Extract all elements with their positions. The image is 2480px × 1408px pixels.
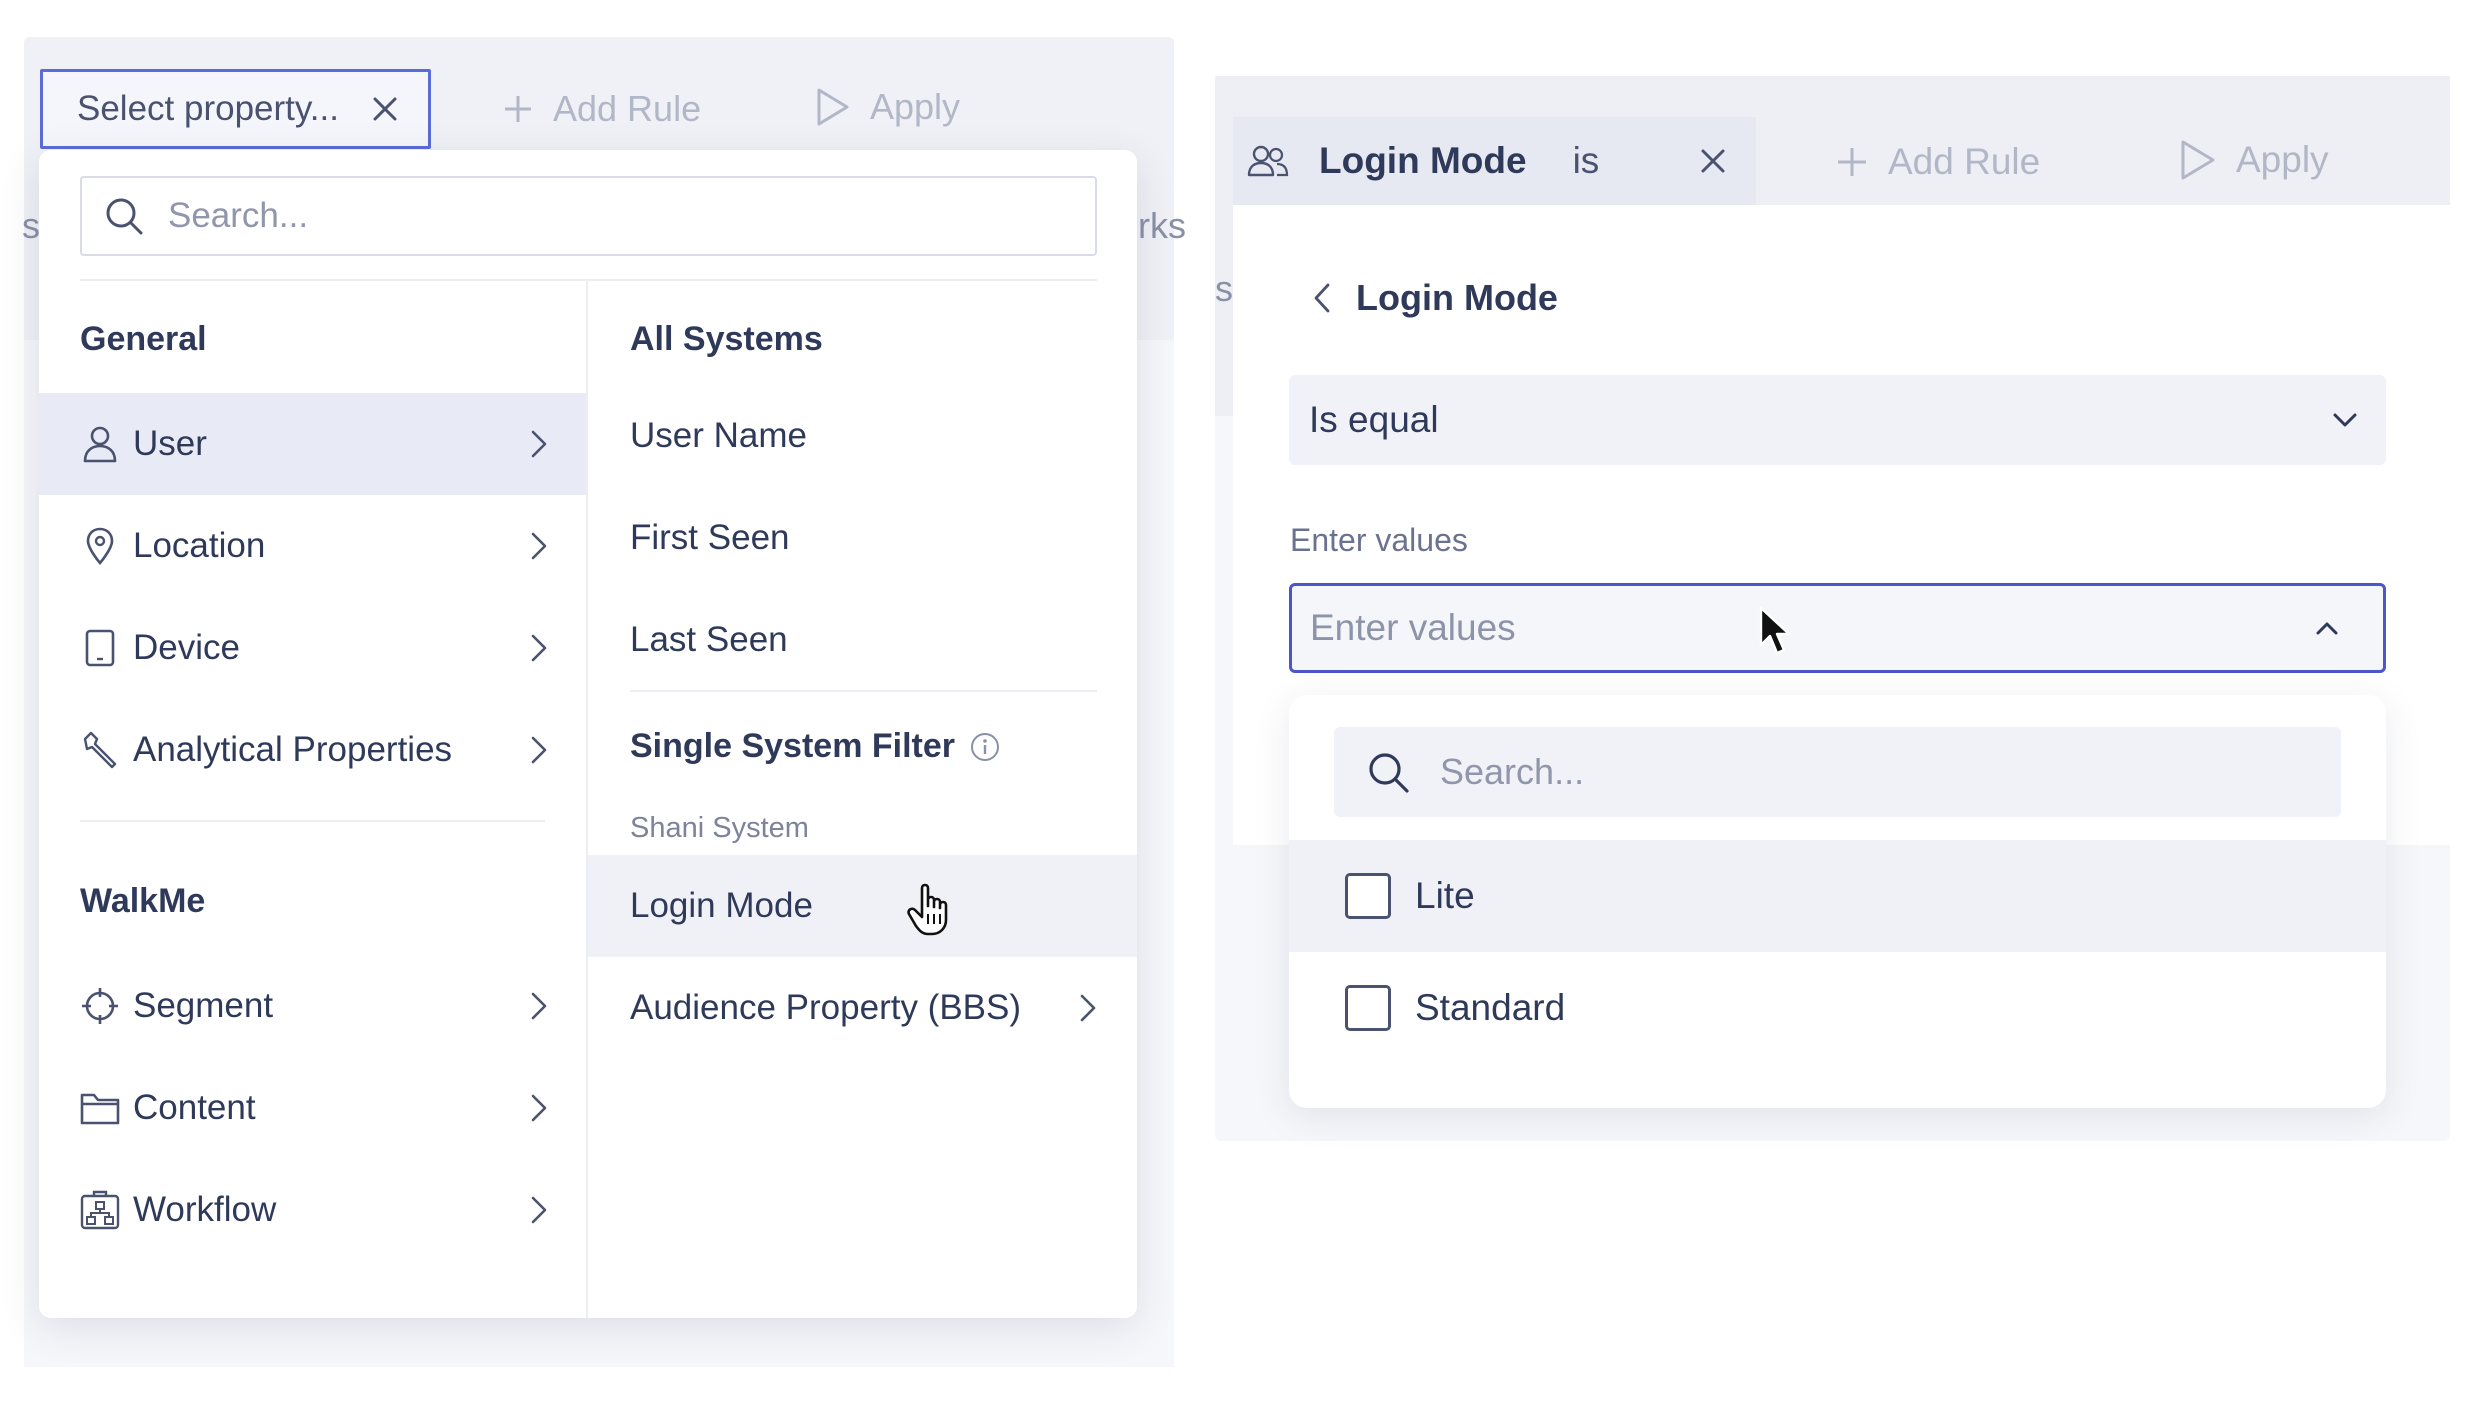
user-icon: [79, 425, 121, 463]
chevron-left-icon[interactable]: [1312, 282, 1332, 314]
category-user[interactable]: User: [39, 393, 586, 495]
single-system-filter-heading: Single System Filter: [630, 727, 955, 765]
plus-icon: [1836, 146, 1868, 178]
rule-chip[interactable]: Login Mode is: [1233, 117, 1756, 205]
property-label: User Name: [630, 416, 807, 455]
search-icon: [104, 196, 144, 236]
all-systems-heading: All Systems: [630, 320, 823, 358]
search-input[interactable]: Search...: [168, 196, 308, 236]
plus-icon: [503, 94, 533, 124]
property-item-last-seen[interactable]: Last Seen: [588, 589, 1137, 691]
add-rule-label: Add Rule: [1888, 141, 2041, 182]
chevron-right-icon: [530, 1195, 548, 1225]
category-label: Content: [133, 1088, 256, 1127]
property-search-field[interactable]: Search...: [80, 176, 1097, 256]
crosshair-icon: [79, 986, 121, 1026]
chevron-right-icon: [530, 633, 548, 663]
chevron-up-icon: [2315, 621, 2339, 636]
property-item-user-name[interactable]: User Name: [588, 385, 1137, 487]
property-label: Login Mode: [630, 886, 813, 925]
operator-select[interactable]: Is equal: [1289, 375, 2386, 465]
back-header[interactable]: Login Mode: [1312, 277, 1558, 319]
category-label: User: [133, 424, 207, 463]
property-label: Audience Property (BBS): [630, 988, 1022, 1027]
info-icon[interactable]: [969, 731, 1001, 763]
rule-property-name: Login Mode: [1319, 140, 1527, 181]
chevron-down-icon: [2332, 412, 2358, 428]
device-icon: [79, 629, 121, 667]
add-rule-button[interactable]: Add Rule: [1836, 141, 2040, 183]
category-label: Workflow: [133, 1190, 277, 1229]
users-icon: [1247, 144, 1289, 178]
checkbox[interactable]: [1345, 985, 1391, 1031]
apply-button[interactable]: Apply: [816, 86, 960, 128]
checkbox[interactable]: [1345, 873, 1391, 919]
divider: [80, 279, 1097, 281]
single-system-filter-heading-row: Single System Filter: [630, 727, 1001, 766]
option-label: Lite: [1415, 875, 1475, 916]
location-pin-icon: [79, 527, 121, 565]
folder-icon: [79, 1091, 121, 1125]
category-label: Analytical Properties: [133, 730, 453, 769]
wrench-icon: [79, 730, 121, 770]
category-content[interactable]: Content: [39, 1057, 586, 1159]
add-rule-button[interactable]: Add Rule: [503, 88, 701, 130]
values-input[interactable]: Enter values: [1289, 583, 2386, 673]
arrow-cursor-icon: [1758, 605, 1792, 657]
property-label: Last Seen: [630, 620, 788, 659]
close-icon[interactable]: [1700, 148, 1726, 174]
divider: [630, 690, 1097, 692]
divider: [80, 820, 545, 822]
property-selector-chip[interactable]: Select property...: [40, 69, 431, 149]
operator-value: Is equal: [1309, 399, 1439, 440]
add-rule-label: Add Rule: [553, 88, 702, 129]
search-icon: [1366, 750, 1410, 794]
property-label: First Seen: [630, 518, 790, 557]
value-option-lite[interactable]: Lite: [1289, 840, 2386, 952]
property-item-audience-property[interactable]: Audience Property (BBS): [588, 957, 1137, 1059]
apply-label: Apply: [2236, 139, 2329, 180]
category-label: Location: [133, 526, 266, 565]
values-placeholder: Enter values: [1310, 607, 1516, 648]
editor-title: Login Mode: [1356, 277, 1558, 318]
values-search-field[interactable]: Search...: [1334, 727, 2341, 817]
hand-cursor-icon: [906, 880, 956, 938]
category-workflow[interactable]: Workflow: [39, 1159, 586, 1261]
general-heading: General: [80, 320, 207, 358]
play-icon: [816, 87, 850, 127]
system-caption: Shani System: [630, 812, 809, 844]
background-text-fragment: rks: [1138, 205, 1186, 246]
values-field-label: Enter values: [1290, 522, 1468, 558]
option-label: Standard: [1415, 987, 1566, 1028]
category-label: Segment: [133, 986, 274, 1025]
chevron-right-icon: [1079, 993, 1097, 1023]
rule-operator: is: [1572, 140, 1600, 181]
chevron-right-icon: [530, 429, 548, 459]
category-analytical-properties[interactable]: Analytical Properties: [39, 699, 586, 801]
value-option-standard[interactable]: Standard: [1289, 952, 2386, 1064]
property-selector-label: Select property...: [77, 89, 339, 128]
background-text-fragment: s: [1215, 268, 1233, 309]
chevron-right-icon: [530, 735, 548, 765]
workflow-icon: [79, 1190, 121, 1230]
chevron-right-icon: [530, 1093, 548, 1123]
search-input[interactable]: Search...: [1440, 751, 1584, 793]
walkme-heading: WalkMe: [80, 882, 206, 920]
property-item-first-seen[interactable]: First Seen: [588, 487, 1137, 589]
background-text-fragment: s: [22, 205, 40, 246]
chevron-right-icon: [530, 991, 548, 1021]
apply-button[interactable]: Apply: [2180, 139, 2329, 181]
category-device[interactable]: Device: [39, 597, 586, 699]
category-segment[interactable]: Segment: [39, 955, 586, 1057]
property-item-login-mode[interactable]: Login Mode: [588, 855, 1137, 957]
close-icon[interactable]: [372, 96, 398, 122]
play-icon: [2180, 139, 2216, 181]
chevron-right-icon: [530, 531, 548, 561]
category-location[interactable]: Location: [39, 495, 586, 597]
category-label: Device: [133, 628, 240, 667]
apply-label: Apply: [870, 86, 961, 127]
